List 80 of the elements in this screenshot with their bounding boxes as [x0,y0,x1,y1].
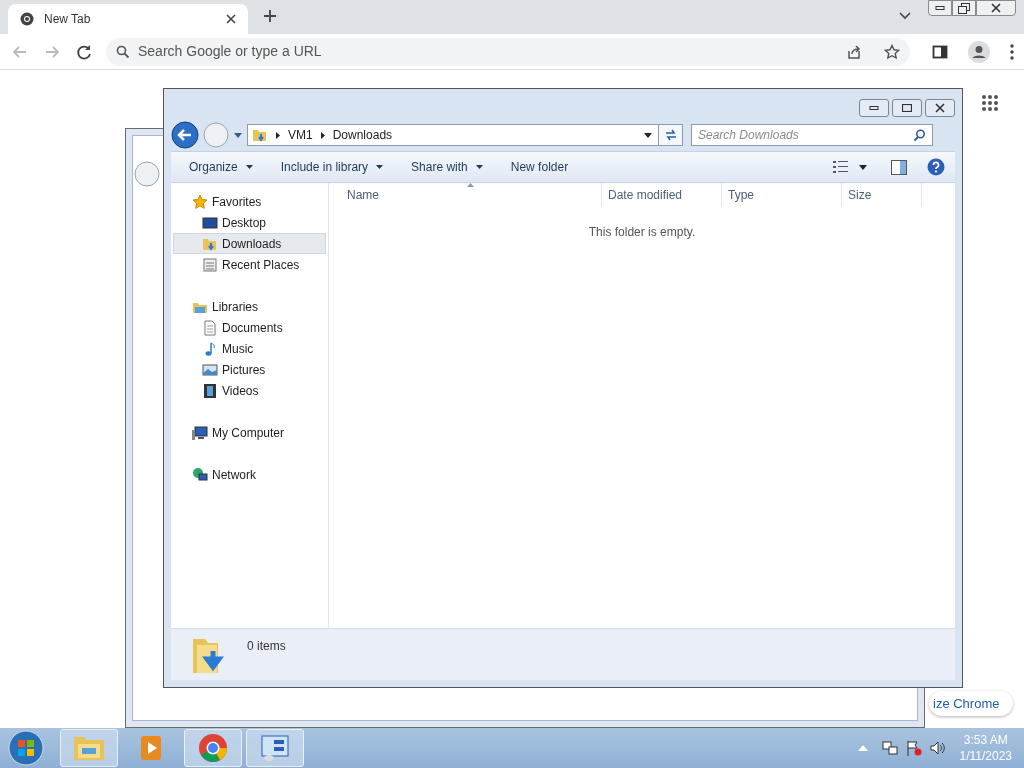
toolbar-button[interactable]: Share with [403,155,491,179]
chrome-logo-icon [20,12,34,26]
profile-icon[interactable] [968,40,990,63]
apps-icon[interactable] [981,94,999,112]
nav-item[interactable]: Network [173,464,326,485]
search-input[interactable]: Search Downloads [698,126,913,144]
nav-item[interactable]: Pictures [173,359,326,380]
nav-item[interactable]: Desktop [173,212,326,233]
dropdown-icon[interactable] [644,132,652,138]
restore-button[interactable] [952,0,976,16]
item-count: 0 items [247,638,286,655]
picture-icon [202,361,218,378]
chevron-icon[interactable] [276,131,280,139]
maximize-icon [902,104,912,112]
document-icon [202,256,218,273]
refresh-button[interactable] [658,125,682,145]
star-icon[interactable] [884,43,900,60]
nav-item[interactable]: Videos [173,380,326,401]
help-icon[interactable] [927,158,945,176]
speaker-icon[interactable] [929,740,946,756]
caret-icon[interactable] [233,131,243,139]
omnibox[interactable]: Search Google or type a URL [106,37,910,66]
nav-item[interactable]: Documents [173,317,326,338]
search-icon [116,44,130,59]
maximize-button[interactable] [892,99,922,117]
column-header[interactable]: Size [842,183,922,207]
star-icon [192,193,208,210]
customize-chrome-button[interactable]: ize Chrome [929,691,1014,716]
breadcrumb[interactable]: Downloads [332,126,393,144]
taskbar-button[interactable] [246,729,304,767]
document-icon [202,319,218,336]
minimize-button[interactable] [859,99,889,117]
side-panel-icon[interactable] [932,43,948,60]
nav-item[interactable]: Recent Places [173,254,326,275]
taskbar-button[interactable] [184,729,242,767]
close-icon[interactable] [226,14,236,24]
breadcrumb[interactable]: VM1 [288,126,313,144]
refresh-icon [663,129,678,141]
sort-arrow-icon [467,183,474,187]
view-options-icon[interactable] [833,160,849,174]
toolbar-button[interactable]: Include in library [272,155,392,179]
menu-icon[interactable] [1010,43,1014,60]
close-icon [935,103,945,113]
dropdown-icon[interactable] [859,164,867,170]
desktop-icon [202,214,218,231]
nav-item[interactable]: Favorites [173,191,326,212]
minimize-button[interactable] [928,0,952,16]
search-field[interactable]: Search Downloads [691,124,933,146]
nav-item[interactable]: Libraries [173,296,326,317]
computer-icon [192,424,208,441]
caret-icon[interactable] [899,12,911,20]
empty-folder-message: This folder is empty. [588,224,696,241]
column-header[interactable]: Date modified [602,183,722,207]
minimize-icon [869,106,879,110]
close-icon [991,3,1001,13]
browser-tab[interactable]: New Tab [8,4,248,34]
column-header[interactable]: Type [722,183,842,207]
nav-item[interactable]: Downloads [173,233,326,254]
folder-icon [252,127,268,143]
address-bar[interactable]: VM1 Downloads [247,124,683,146]
chevron-icon[interactable] [320,131,325,139]
restore-icon [958,2,970,14]
close-button[interactable] [976,0,1016,16]
preview-pane-icon[interactable] [891,159,907,175]
minimize-icon [935,6,945,10]
nav-item[interactable]: My Computer [173,422,326,443]
search-icon [913,128,926,142]
toolbar-button[interactable]: Organize [181,155,261,179]
flag-icon[interactable] [905,740,922,756]
column-header[interactable]: Name [329,183,602,207]
toolbar-button[interactable]: New folder [502,155,577,179]
tab-title: New Tab [44,11,92,28]
network-icon [192,466,208,483]
close-button[interactable] [925,99,955,117]
network-icon[interactable] [881,740,898,756]
film-icon [202,382,218,399]
nav-item[interactable]: Music [173,338,326,359]
back-icon[interactable] [171,121,199,149]
share-icon[interactable] [846,43,862,60]
plus-icon [263,9,277,23]
